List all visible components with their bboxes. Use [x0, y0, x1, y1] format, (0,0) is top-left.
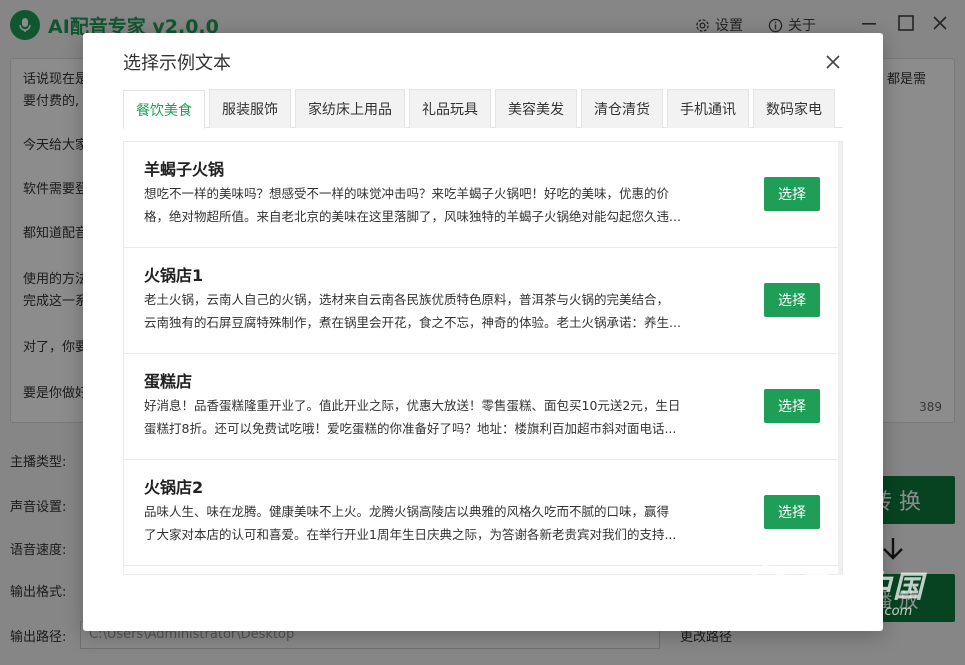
item-desc-line: 格，绝对物超所值。来自老北京的美味在这里落脚了，风味独特的羊蝎子火锅绝对能勾起您…	[144, 209, 681, 224]
tab-clearance[interactable]: 清仓清货	[581, 89, 663, 128]
select-button[interactable]: 选择	[764, 177, 820, 211]
tab-bedding[interactable]: 家纺床上用品	[295, 89, 405, 128]
item-description: 好消息！品香蛋糕隆重开业了。值此开业之际，优惠大放送！零售蛋糕、面包买10元送2…	[144, 394, 749, 440]
watermark-logo-icon	[736, 563, 790, 618]
watermark-url: lingganchina.com	[797, 604, 913, 619]
list-item: 火锅店2 品味人生、味在龙腾。健康美味不上火。龙腾火锅高陵店以典雅的风格久吃而不…	[124, 460, 842, 566]
tab-beauty[interactable]: 美容美发	[495, 89, 577, 128]
tab-mobile[interactable]: 手机通讯	[667, 89, 749, 128]
dialog-close-button[interactable]	[822, 51, 844, 73]
close-icon	[826, 55, 840, 69]
item-desc-line: 想吃不一样的美味吗？想感受不一样的味觉冲击吗？来吃羊蝎子火锅吧！好吃的美味，优惠…	[144, 186, 670, 201]
dialog-title: 选择示例文本	[123, 53, 231, 74]
watermark: 灵感中国 lingganchina.com	[735, 560, 950, 630]
list-item: 蛋糕店 好消息！品香蛋糕隆重开业了。值此开业之际，优惠大放送！零售蛋糕、面包买1…	[124, 354, 842, 460]
item-description: 老土火锅，云南人自己的火锅，选材来自云南各民族优质特色原料，普洱茶与火锅的完美结…	[144, 288, 749, 334]
tab-gifts-toys[interactable]: 礼品玩具	[409, 89, 491, 128]
item-desc-line: 好消息！品香蛋糕隆重开业了。值此开业之际，优惠大放送！零售蛋糕、面包买10元送2…	[144, 398, 681, 413]
item-description: 想吃不一样的美味吗？想感受不一样的味觉冲击吗？来吃羊蝎子火锅吧！好吃的美味，优惠…	[144, 182, 749, 228]
tab-electronics[interactable]: 数码家电	[753, 89, 835, 128]
watermark-text: 灵感中国	[797, 570, 925, 605]
tab-catering[interactable]: 餐饮美食	[123, 90, 205, 129]
select-button[interactable]: 选择	[764, 389, 820, 423]
tab-clothing[interactable]: 服装服饰	[209, 89, 291, 128]
item-title: 羊蝎子火锅	[144, 160, 225, 179]
list-item: 羊蝎子火锅 想吃不一样的美味吗？想感受不一样的味觉冲击吗？来吃羊蝎子火锅吧！好吃…	[124, 142, 842, 248]
select-button[interactable]: 选择	[764, 495, 820, 529]
item-title: 蛋糕店	[144, 372, 193, 391]
scrollbar[interactable]	[838, 142, 842, 574]
list-item: 火锅店1 老土火锅，云南人自己的火锅，选材来自云南各民族优质特色原料，普洱茶与火…	[124, 248, 842, 354]
item-title: 火锅店2	[144, 478, 204, 497]
item-desc-line: 云南独有的石屏豆腐特殊制作，煮在锅里会开花，食之不忘，神奇的体验。老土火锅承诺：…	[144, 315, 681, 330]
sample-list[interactable]: 羊蝎子火锅 想吃不一样的美味吗？想感受不一样的味觉冲击吗？来吃羊蝎子火锅吧！好吃…	[123, 141, 843, 575]
item-desc-line: 蛋糕打8折。还可以免费试吃哦！爱吃蛋糕的你准备好了吗？地址：楼旗利百加超市斜对面…	[144, 421, 677, 436]
sample-text-dialog: 选择示例文本 餐饮美食 服装服饰 家纺床上用品 礼品玩具 美容美发 清仓清货 手…	[83, 33, 883, 631]
item-desc-line: 了大家对本店的认可和喜爱。在举行开业1周年生日庆典之际，为答谢各新老贵宾对我们的…	[144, 527, 677, 542]
item-desc-line: 老土火锅，云南人自己的火锅，选材来自云南各民族优质特色原料，普洱茶与火锅的完美结…	[144, 292, 670, 307]
item-title: 火锅店1	[144, 266, 204, 285]
category-tabs: 餐饮美食 服装服饰 家纺床上用品 礼品玩具 美容美发 清仓清货 手机通讯 数码家…	[123, 89, 843, 129]
item-desc-line: 品味人生、味在龙腾。健康美味不上火。龙腾火锅高陵店以典雅的风格久吃而不腻的口味，…	[144, 504, 670, 519]
item-description: 品味人生、味在龙腾。健康美味不上火。龙腾火锅高陵店以典雅的风格久吃而不腻的口味，…	[144, 500, 749, 546]
select-button[interactable]: 选择	[764, 283, 820, 317]
